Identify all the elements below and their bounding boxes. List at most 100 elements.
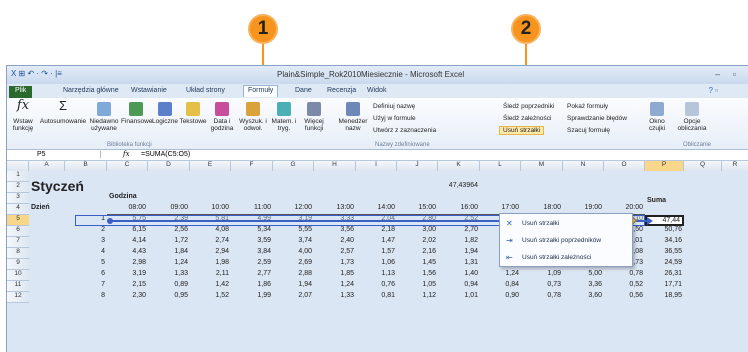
data-cell[interactable]: 2,69 <box>273 259 314 270</box>
calc-options-button[interactable]: Opcje obliczania <box>675 102 709 132</box>
hour-header[interactable]: 08:00 <box>107 204 148 215</box>
day-number[interactable]: 4 <box>65 248 107 259</box>
data-cell[interactable]: 0,84 <box>480 281 521 292</box>
row-header-7[interactable]: 7 <box>7 237 29 248</box>
column-header-j[interactable]: J <box>397 161 438 171</box>
data-cell[interactable]: 1,99 <box>231 292 273 303</box>
hour-header[interactable]: 16:00 <box>438 204 480 215</box>
data-cell[interactable]: 1,84 <box>148 248 190 259</box>
tab-home[interactable]: Narzędzia główne <box>59 86 123 98</box>
data-cell[interactable]: 1,85 <box>314 270 356 281</box>
data-cell[interactable]: 1,73 <box>314 259 356 270</box>
row-header-1[interactable]: 1 <box>7 171 29 182</box>
data-cell[interactable]: 2,40 <box>314 237 356 248</box>
data-cell[interactable]: 2,16 <box>397 248 438 259</box>
create-from-selection-button[interactable]: Utwórz z zaznaczenia <box>373 127 436 134</box>
quick-access-toolbar[interactable]: X ⊞ ↶ · ↷ · |≡ <box>11 69 62 78</box>
data-cell[interactable]: 1,33 <box>314 292 356 303</box>
data-cell[interactable]: 1,47 <box>356 237 397 248</box>
trace-dependents-button[interactable]: Śledź zależności <box>503 115 551 122</box>
lookup-button[interactable]: Wyszuk. i odwoł. <box>237 102 269 132</box>
data-cell[interactable]: 2,70 <box>438 226 480 237</box>
data-cell[interactable]: 3,74 <box>273 237 314 248</box>
trace-precedents-button[interactable]: Śledź poprzedniki <box>503 103 554 110</box>
sum-cell[interactable]: 34,16 <box>645 237 684 248</box>
hour-header[interactable]: 13:00 <box>314 204 356 215</box>
sum-cell[interactable]: 26,31 <box>645 270 684 281</box>
data-cell[interactable]: 1,52 <box>190 292 231 303</box>
data-cell[interactable]: 2,94 <box>190 248 231 259</box>
datetime-button[interactable]: Data i godzina <box>209 102 235 132</box>
suma-label[interactable]: Suma <box>645 197 684 208</box>
column-header-m[interactable]: M <box>521 161 563 171</box>
row-header-9[interactable]: 9 <box>7 259 29 270</box>
column-header-p[interactable]: P <box>645 161 684 171</box>
column-header-l[interactable]: L <box>480 161 521 171</box>
data-cell[interactable]: 2,30 <box>107 292 148 303</box>
math-button[interactable]: Matem. i tryg. <box>269 102 299 132</box>
data-cell[interactable]: 3,00 <box>397 226 438 237</box>
data-cell[interactable]: 1,82 <box>438 237 480 248</box>
column-header-c[interactable]: C <box>107 161 148 171</box>
day-number[interactable]: 7 <box>65 281 107 292</box>
recent-functions-button[interactable]: Niedawno używane <box>87 102 121 132</box>
data-cell[interactable]: 5,55 <box>273 226 314 237</box>
row-header-11[interactable]: 11 <box>7 281 29 292</box>
data-cell[interactable]: 1,24 <box>148 259 190 270</box>
row-header-4[interactable]: 4 <box>7 204 29 215</box>
data-cell[interactable]: 1,98 <box>190 259 231 270</box>
sum-cell[interactable]: 17,71 <box>645 281 684 292</box>
data-cell[interactable]: 3,59 <box>231 237 273 248</box>
define-name-button[interactable]: Definiuj nazwę <box>373 103 415 110</box>
row-header-5[interactable]: 5 <box>7 215 29 226</box>
hour-header[interactable]: 12:00 <box>273 204 314 215</box>
more-functions-button[interactable]: Więcej funkcji <box>299 102 329 132</box>
tab-insert[interactable]: Wstawianie <box>127 86 171 98</box>
data-cell[interactable]: 3,19 <box>107 270 148 281</box>
column-header-b[interactable]: B <box>65 161 107 171</box>
data-cell[interactable]: 2,59 <box>231 259 273 270</box>
data-cell[interactable]: 1,31 <box>438 259 480 270</box>
tab-review[interactable]: Recenzja <box>323 86 360 98</box>
menu-item-remove-arrows[interactable]: ✕ Usuń strzałki <box>500 216 632 231</box>
formula-input[interactable]: =SUMA(C5:O5) <box>141 151 190 158</box>
row-header-2[interactable]: 2 <box>7 182 29 193</box>
show-formulas-button[interactable]: Pokaż formuły <box>567 103 608 110</box>
tab-data[interactable]: Dane <box>291 86 316 98</box>
name-box[interactable]: P5 <box>11 151 101 158</box>
day-number[interactable]: 8 <box>65 292 107 303</box>
sum-cell[interactable]: 36,55 <box>645 248 684 259</box>
remove-arrows-button[interactable]: Usuń strzałki <box>499 126 545 135</box>
column-header-q[interactable]: Q <box>684 161 722 171</box>
data-cell[interactable]: 2,02 <box>397 237 438 248</box>
column-header-d[interactable]: D <box>148 161 190 171</box>
data-cell[interactable]: 1,24 <box>480 270 521 281</box>
column-header-g[interactable]: G <box>273 161 314 171</box>
menu-item-remove-dependent-arrows[interactable]: ⇤ Usuń strzałki zależności <box>500 250 632 265</box>
data-cell[interactable]: 1,72 <box>148 237 190 248</box>
data-cell[interactable]: 1,40 <box>438 270 480 281</box>
data-cell[interactable]: 2,74 <box>190 237 231 248</box>
cell-k2[interactable]: 47,43964 <box>438 182 480 193</box>
data-cell[interactable]: 0,81 <box>356 292 397 303</box>
data-cell[interactable]: 1,94 <box>273 281 314 292</box>
data-cell[interactable]: 1,42 <box>190 281 231 292</box>
data-cell[interactable]: 0,95 <box>148 292 190 303</box>
sum-cell[interactable]: 24,59 <box>645 259 684 270</box>
day-number[interactable]: 2 <box>65 226 107 237</box>
minimize-icon[interactable]: – <box>715 69 720 79</box>
data-cell[interactable]: 0,56 <box>604 292 645 303</box>
row-header-12[interactable]: 12 <box>7 292 29 303</box>
column-header-e[interactable]: E <box>190 161 231 171</box>
row-header-3[interactable]: 3 <box>7 193 29 204</box>
data-cell[interactable]: 1,57 <box>356 248 397 259</box>
day-number[interactable]: 5 <box>65 259 107 270</box>
data-cell[interactable]: 2,18 <box>356 226 397 237</box>
data-cell[interactable]: 2,07 <box>273 292 314 303</box>
select-all-corner[interactable] <box>7 161 29 171</box>
tab-page-layout[interactable]: Układ strony <box>182 86 229 98</box>
data-cell[interactable]: 0,94 <box>438 281 480 292</box>
data-cell[interactable]: 1,45 <box>397 259 438 270</box>
data-cell[interactable]: 3,36 <box>563 281 604 292</box>
data-cell[interactable]: 0,90 <box>480 292 521 303</box>
